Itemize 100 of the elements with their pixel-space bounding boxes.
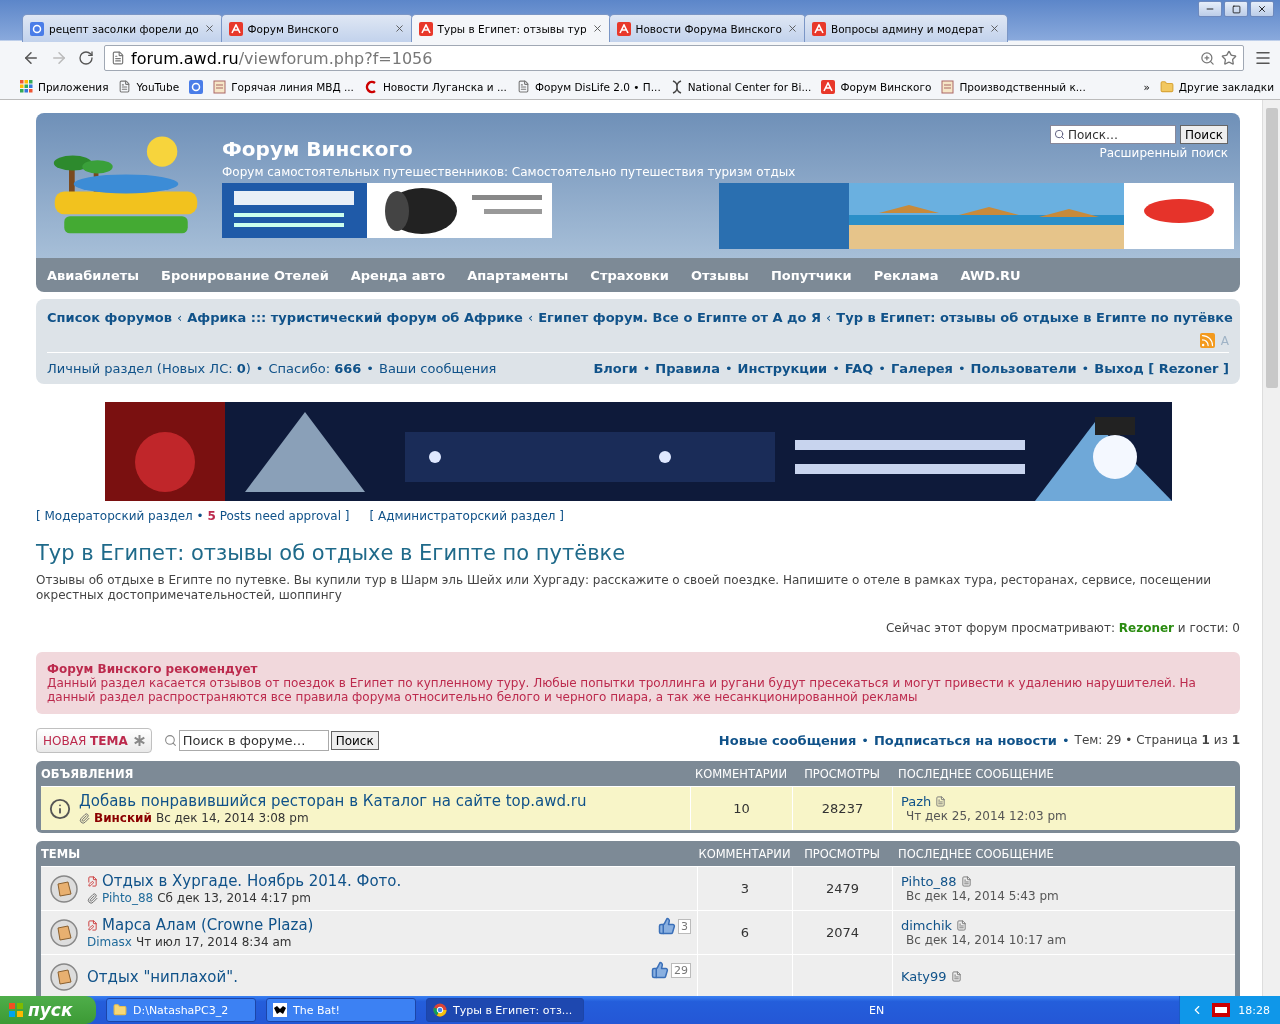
last-post-date: Вс дек 14, 2014 10:17 am [905, 933, 1068, 947]
bookmark[interactable]: Форум Винского [821, 79, 932, 94]
bookmark[interactable]: Приложения [20, 80, 109, 93]
back-icon[interactable] [22, 49, 40, 67]
forum-search-field[interactable]: Поиск в форуме… [178, 730, 329, 751]
close-icon[interactable] [203, 23, 215, 34]
star-icon[interactable] [1221, 50, 1237, 66]
close-icon[interactable] [591, 23, 603, 34]
language-indicator[interactable]: EN [869, 1003, 885, 1017]
forum-search-button[interactable]: Поиск [330, 731, 379, 750]
rss-icon[interactable] [1199, 333, 1215, 348]
close-button[interactable] [1250, 1, 1274, 17]
taskbar-button[interactable]: The Bat! [266, 998, 416, 1022]
scrollbar[interactable] [1262, 100, 1280, 996]
moderator-link[interactable]: [ Модераторский раздел • 5 Posts need approval ] [36, 509, 350, 523]
column-header: КОММЕНТАРИИ [694, 766, 788, 781]
search-button[interactable]: Поиск [1180, 125, 1228, 144]
browser-tab[interactable]: рецепт засолки форели до [22, 14, 223, 42]
maximize-button[interactable] [1224, 1, 1248, 17]
breadcrumb-link[interactable]: Египет форум. Все о Египте от А до Я [538, 310, 822, 325]
view-post-icon[interactable] [935, 796, 947, 807]
nav-link[interactable]: Отзывы [691, 267, 749, 283]
bookmark[interactable]: YouTube [118, 80, 180, 93]
user-link[interactable]: Галерея [891, 361, 953, 376]
more-bookmarks[interactable]: » [1143, 80, 1150, 93]
tray-app-icon[interactable] [1212, 1003, 1231, 1017]
close-icon[interactable] [989, 23, 1001, 34]
author-link[interactable]: Pihto_88 [102, 891, 154, 905]
bookmark-folder[interactable]: Другие закладки [1159, 79, 1274, 94]
view-post-icon[interactable] [956, 920, 968, 931]
column-header: ПОСЛЕДНЕЕ СООБЩЕНИЕ [897, 766, 1055, 781]
new-topic-button[interactable]: НОВАЯ ТЕМА [36, 728, 152, 753]
bookmark[interactable] [189, 79, 204, 94]
author-link[interactable]: Dimasx [87, 935, 132, 949]
topic-title-link[interactable]: Отдых в Хургаде. Ноябрь 2014. Фото. [87, 872, 402, 890]
forum-logo-icon [228, 21, 243, 36]
view-post-icon[interactable] [950, 971, 962, 982]
user-link[interactable]: Спасибо: 666 [268, 361, 362, 376]
browser-tab[interactable]: Форум Винского [220, 14, 413, 42]
close-icon[interactable] [786, 23, 798, 34]
nav-link[interactable]: Попутчики [770, 267, 852, 283]
bookmark[interactable]: Производственный к... [941, 79, 1086, 94]
menu-icon[interactable] [1254, 49, 1272, 67]
scrollbar-thumb[interactable] [1265, 108, 1278, 388]
user-link[interactable]: Блоги [593, 361, 638, 376]
breadcrumb-link[interactable]: Тур в Египет: отзывы об отдыхе в Египте по путёвке [836, 310, 1233, 325]
nav-link[interactable]: Бронирование Отелей [161, 267, 329, 283]
browser-tab[interactable]: Вопросы админу и модерат [803, 14, 1009, 42]
breadcrumb-link[interactable]: Африка ::: туристический форум об Африке [187, 310, 523, 325]
user-link[interactable]: Правила [655, 361, 720, 376]
user-link[interactable]: Инструкции [737, 361, 828, 376]
google-icon [30, 21, 44, 36]
bookmark[interactable]: Форум DisLife 2.0 • П... [516, 80, 661, 93]
bookmark[interactable]: Горячая линия МВД ... [213, 79, 354, 94]
forum-link[interactable]: Новые сообщения [718, 733, 857, 748]
last-author-link[interactable]: Katy99 [901, 969, 1235, 984]
reload-icon[interactable] [78, 50, 94, 66]
separator-dot: • [724, 361, 733, 376]
minimize-button[interactable] [1198, 1, 1222, 17]
nav-link[interactable]: Авиабилеты [47, 267, 139, 283]
topic-title-link[interactable]: Добавь понравившийся ресторан в Каталог на сайте top.awd.ru [79, 792, 587, 810]
taskbar-button[interactable]: D:\NatashaPC3_2 [106, 998, 256, 1022]
bookmark[interactable]: Новости Луганска и ... [363, 79, 507, 94]
views-cell: 28237 [792, 787, 892, 830]
user-link[interactable]: Личный раздел (Новых ЛС: 0) [47, 361, 251, 376]
viewers-text: Сейчас этот форум просматривают: Rezoner и гости: 0 [884, 621, 1240, 635]
last-author-link[interactable]: Pazh [901, 794, 1235, 809]
replies-cell: 10 [690, 787, 792, 830]
bookmark[interactable]: National Center for Bi... [670, 79, 812, 94]
user-link[interactable]: Пользователи [970, 361, 1077, 376]
browser-tab[interactable]: Новости Форума Винского [608, 14, 806, 42]
search-field[interactable]: Поиск… [1050, 125, 1176, 144]
last-author-link[interactable]: dimchik [901, 918, 1235, 933]
nav-link[interactable]: AWD.RU [960, 267, 1021, 283]
nav-link[interactable]: Апартаменты [467, 267, 569, 283]
view-post-icon[interactable] [960, 876, 972, 887]
taskbar-button[interactable]: Туры в Египет: отз... [426, 998, 584, 1022]
separator-dot: • [1061, 733, 1070, 748]
forum-link[interactable]: Подписаться на новости [873, 733, 1057, 748]
nav-link[interactable]: Аренда авто [350, 267, 446, 283]
topic-title-link[interactable]: Марса Алам (Crowne Plaza) [87, 916, 314, 934]
moderator-link[interactable]: [ Администраторский раздел ] [369, 509, 564, 523]
zoom-icon[interactable] [1200, 50, 1215, 66]
nav-link[interactable]: Страховки [590, 267, 669, 283]
section-title: ТЕМЫ [41, 846, 82, 861]
author-link[interactable]: Винский [94, 811, 152, 825]
browser-tab[interactable]: Туры в Египет: отзывы тур [410, 14, 611, 42]
breadcrumb-link[interactable]: Список форумов [47, 310, 172, 325]
forum-logo-icon [418, 21, 433, 36]
close-icon[interactable] [393, 23, 405, 34]
user-link[interactable]: FAQ [844, 361, 874, 376]
topic-title-link[interactable]: Отдых "ниплахой". [87, 967, 238, 986]
last-author-link[interactable]: Pihto_88 [901, 874, 1235, 889]
address-field[interactable]: forum.awd.ru/viewforum.php?f=1056 [104, 45, 1244, 71]
user-link[interactable]: Выход [ Rezoner ] [1094, 361, 1229, 376]
forum-description: Отзывы об отдыхе в Египте по путевке. Вы купили тур в Шарм эль Шейх или Хургаду: расскажите о своей поездке. Напишите о отеле в рамках тура, ресторанах, сервисе, посещении окрестных достопримечательностей, шоппингу [36, 573, 1213, 603]
forum-heading: Тур в Египет: отзывы об отдыхе в Египте по путёвке [36, 541, 627, 565]
nav-link[interactable]: Реклама [873, 267, 939, 283]
user-link[interactable]: Ваши сообщения [378, 361, 497, 376]
topic-folder-icon [49, 961, 79, 992]
